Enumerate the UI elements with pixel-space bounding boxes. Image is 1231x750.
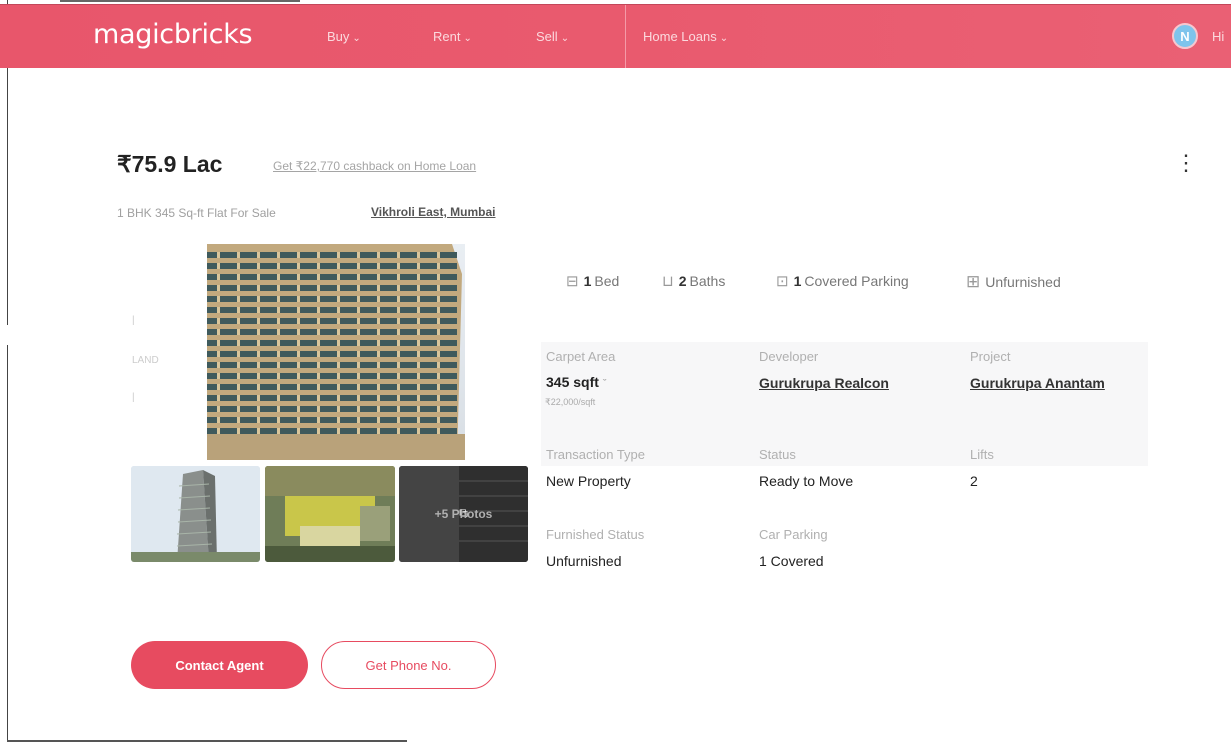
chevron-down-icon: ⌄ [463, 33, 472, 44]
user-avatar[interactable]: N [1172, 23, 1198, 49]
wardrobe-icon: ⊞ [966, 272, 981, 291]
status-label: Status [759, 447, 796, 462]
price-per-sqft: ₹22,000/sqft [545, 397, 596, 407]
info-icon[interactable]: ˇ [603, 378, 607, 390]
more-options-icon[interactable]: ⋮ [1175, 152, 1197, 174]
carpet-area-text: 345 sqft [546, 374, 599, 390]
carpet-area-label: Carpet Area [546, 349, 616, 364]
more-photos-thumbnail[interactable]: ⧉ +5 Photos [399, 466, 528, 562]
frame-line [7, 345, 8, 740]
furnished-status-value: Unfurnished [546, 553, 622, 569]
lifts-value: 2 [970, 473, 978, 489]
listing-price: ₹75.9 Lac [117, 151, 223, 177]
amenity-label: Bed [594, 273, 620, 289]
locality-link[interactable]: Vikhroli East, Mumbai [371, 205, 495, 219]
transaction-type-value: New Property [546, 473, 631, 489]
chevron-down-icon: ⌄ [352, 33, 361, 44]
contact-agent-button[interactable]: Contact Agent [131, 641, 308, 689]
bed-icon: ⊟ [566, 273, 579, 290]
lifts-label: Lifts [970, 447, 994, 462]
building-thumbnail [131, 466, 260, 562]
chevron-down-icon: ⌄ [719, 33, 729, 44]
chevron-down-icon: ⌄ [560, 33, 570, 44]
transaction-type-label: Transaction Type [546, 447, 645, 462]
furnished-status-label: Furnished Status [546, 527, 645, 542]
nav-divider [625, 5, 626, 68]
carpet-area-value: 345 sqft ˇ [546, 374, 606, 390]
nav-buy[interactable]: Buy ⌄ [327, 29, 361, 44]
amenity-label: Baths [689, 273, 726, 289]
car-parking-label: Car Parking [759, 527, 828, 542]
property-main-image[interactable] [207, 244, 465, 460]
amenity-label: Covered Parking [804, 273, 909, 289]
nav-home-loans[interactable]: Home Loans ⌄ [643, 29, 728, 44]
site-logo[interactable]: magicbricks [93, 19, 253, 50]
developer-label: Developer [759, 349, 819, 364]
amenity-count: 1 [583, 273, 592, 289]
amenity-count: 2 [678, 273, 687, 289]
amenity-bed: ⊟ 1 Bed [566, 272, 619, 290]
more-photos-label: +5 Photos [434, 507, 493, 521]
developer-link[interactable]: Gurukrupa Realcon [759, 375, 889, 391]
frame-line [60, 0, 300, 2]
status-value: Ready to Move [759, 473, 854, 489]
building-illustration [207, 244, 465, 460]
cashback-link[interactable]: Get ₹22,770 cashback on Home Loan [273, 159, 476, 173]
project-label: Project [970, 349, 1011, 364]
amenity-furnishing: ⊞ Unfurnished [966, 272, 1061, 292]
nav-rent[interactable]: Rent ⌄ [433, 29, 472, 44]
bath-icon: ⊔ [662, 273, 674, 290]
photo-thumbnail[interactable] [265, 466, 395, 562]
photo-thumbnail[interactable] [131, 466, 260, 562]
user-greeting[interactable]: Hi [1212, 29, 1224, 44]
amenity-label: Unfurnished [985, 274, 1061, 290]
listing-subtitle: 1 BHK 345 Sq-ft Flat For Sale [117, 206, 276, 220]
faded-background: | LAND | [132, 315, 159, 403]
nav-buy-label: Buy [327, 29, 350, 44]
nav-sell-label: Sell [536, 29, 558, 44]
nav-rent-label: Rent [433, 29, 461, 44]
amenity-count: 1 [793, 273, 802, 289]
nav-home-loans-label: Home Loans [643, 29, 717, 44]
car-parking-value: 1 Covered [759, 553, 824, 569]
project-link[interactable]: Gurukrupa Anantam [970, 375, 1105, 391]
nav-sell[interactable]: Sell ⌄ [536, 29, 569, 44]
top-nav-bar: magicbricks Buy ⌄ Rent ⌄ Sell ⌄ Home Loans ⌄… [0, 4, 1231, 68]
get-phone-button[interactable]: Get Phone No. [321, 641, 496, 689]
aerial-thumbnail [265, 466, 395, 562]
car-icon: ⊡ [776, 273, 789, 290]
amenity-baths: ⊔ 2 Baths [662, 272, 725, 290]
frame-line [7, 740, 407, 742]
more-photos-overlay[interactable]: ⧉ +5 Photos [399, 466, 528, 562]
amenity-parking: ⊡ 1 Covered Parking [776, 272, 909, 290]
